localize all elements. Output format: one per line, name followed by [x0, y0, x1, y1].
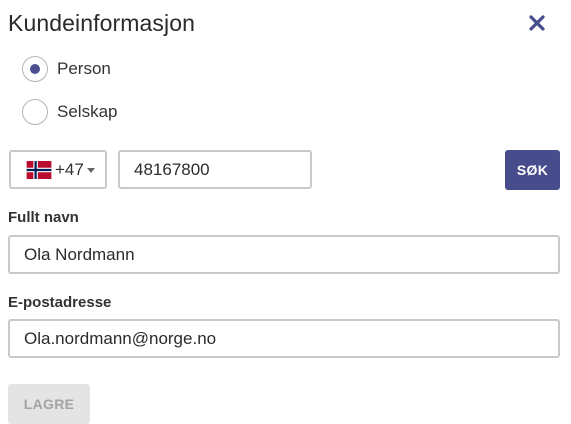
country-code-select[interactable]: +47 — [9, 150, 107, 189]
email-input[interactable]: Ola.nordmann@norge.no — [8, 319, 560, 358]
search-button[interactable]: SØK — [505, 150, 560, 190]
radio-button-company[interactable] — [22, 99, 48, 125]
full-name-input[interactable]: Ola Nordmann — [8, 235, 560, 274]
phone-number-input[interactable]: 48167800 — [118, 150, 312, 189]
dialog-title: Kundeinformasjon — [8, 10, 195, 36]
close-button[interactable] — [524, 10, 550, 36]
radio-selected-dot — [30, 64, 40, 74]
chevron-down-icon — [86, 167, 95, 173]
customer-info-dialog: Kundeinformasjon Person Selskap +47 4816… — [0, 0, 571, 424]
dial-code: +47 — [55, 159, 84, 179]
radio-button-person[interactable] — [22, 56, 48, 82]
email-label: E-postadresse — [8, 294, 112, 311]
close-icon — [529, 15, 545, 31]
full-name-label: Fullt navn — [8, 209, 79, 226]
radio-person[interactable]: Person — [22, 56, 111, 82]
radio-company[interactable]: Selskap — [22, 99, 117, 125]
save-button[interactable]: LAGRE — [8, 384, 90, 424]
radio-label-company: Selskap — [57, 102, 118, 121]
norway-flag-icon — [26, 160, 52, 179]
radio-label-person: Person — [57, 59, 111, 78]
